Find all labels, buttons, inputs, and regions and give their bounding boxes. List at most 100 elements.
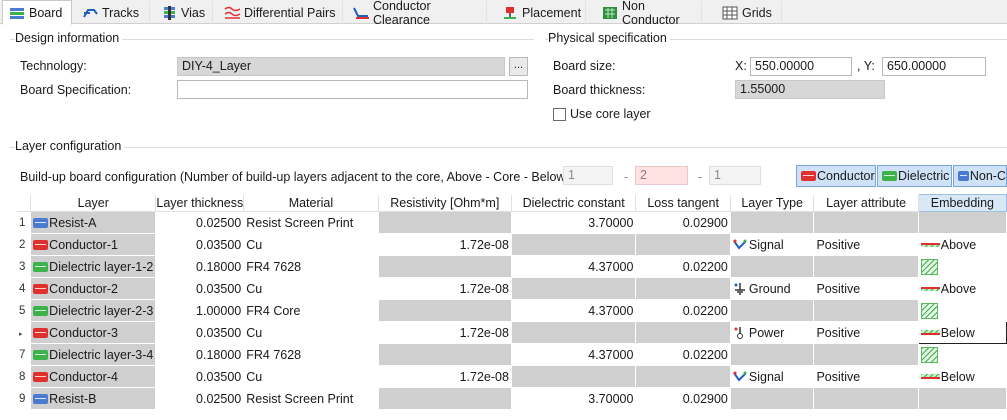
table-row[interactable]: 4 Conductor-2 0.03500 Cu 1.72e-08 Ground Posit…	[17, 277, 1007, 300]
add-non-conductor-button[interactable]: Non-C	[953, 165, 1007, 187]
buildup-above-field[interactable]: 1	[563, 166, 613, 185]
layer-type-cell[interactable]: Ground	[730, 277, 815, 300]
column-header-type[interactable]: Layer Type	[730, 194, 815, 212]
layer-attribute-cell[interactable]: Positive	[813, 365, 919, 388]
layer-name-cell[interactable]: Conductor-3	[30, 321, 157, 344]
layer-type-cell[interactable]	[730, 211, 815, 234]
dielectric-cell[interactable]: 3.70000	[511, 387, 637, 410]
layer-type-cell[interactable]	[730, 343, 815, 366]
material-cell[interactable]: Cu	[243, 321, 379, 344]
loss-tangent-cell[interactable]	[635, 321, 731, 344]
column-header-material[interactable]: Material	[243, 194, 379, 212]
thickness-cell[interactable]: 0.03500	[155, 365, 245, 388]
row-number[interactable]: 9	[17, 387, 32, 410]
board-size-x-field[interactable]: 550.00000	[750, 57, 852, 76]
layer-type-cell[interactable]	[730, 387, 815, 410]
tab-conductor-clearance[interactable]: Conductor Clearance	[347, 0, 487, 27]
thickness-cell[interactable]: 0.18000	[155, 343, 245, 366]
layer-name-cell[interactable]: Resist-B	[30, 387, 157, 410]
technology-field[interactable]: DIY-4_Layer	[177, 57, 505, 76]
embedding-cell[interactable]: Above	[918, 277, 1007, 300]
row-number[interactable]: 4	[17, 277, 32, 300]
layer-attribute-cell[interactable]	[813, 255, 919, 278]
thickness-cell[interactable]: 0.02500	[155, 211, 245, 234]
resistivity-cell[interactable]	[378, 387, 512, 410]
row-number[interactable]: 2	[17, 233, 32, 256]
material-cell[interactable]: Resist Screen Print	[243, 387, 379, 410]
layer-attribute-cell[interactable]	[813, 387, 919, 410]
layer-name-cell[interactable]: Dielectric layer-2-3	[30, 299, 157, 322]
resistivity-cell[interactable]	[378, 211, 512, 234]
row-number[interactable]: ▸	[17, 321, 32, 344]
column-header-embedding[interactable]: Embedding	[917, 194, 1007, 212]
dielectric-cell[interactable]	[511, 365, 637, 388]
material-cell[interactable]: Resist Screen Print	[243, 211, 379, 234]
layer-attribute-cell[interactable]: Positive	[813, 321, 919, 344]
loss-tangent-cell[interactable]: 0.02200	[635, 343, 731, 366]
tab-board[interactable]: Board	[2, 0, 72, 25]
tab-differential-pairs[interactable]: Differential Pairs	[218, 1, 343, 24]
thickness-cell[interactable]: 1.00000	[155, 299, 245, 322]
table-row[interactable]: ▸ Conductor-3 0.03500 Cu 1.72e-08 Power Positi…	[17, 321, 1007, 344]
row-number[interactable]: 8	[17, 365, 32, 388]
layer-type-cell[interactable]: Signal	[730, 365, 815, 388]
dielectric-cell[interactable]: 4.37000	[511, 343, 637, 366]
resistivity-cell[interactable]: 1.72e-08	[378, 233, 512, 256]
dielectric-cell[interactable]	[511, 233, 637, 256]
resistivity-cell[interactable]	[378, 255, 512, 278]
board-thickness-field[interactable]: 1.55000	[735, 80, 885, 99]
use-core-checkbox[interactable]	[553, 108, 566, 121]
add-conductor-button[interactable]: Conductor	[796, 165, 876, 187]
resistivity-cell[interactable]: 1.72e-08	[378, 365, 512, 388]
add-dielectric-button[interactable]: Dielectric	[877, 165, 952, 187]
material-cell[interactable]: Cu	[243, 277, 379, 300]
dielectric-cell[interactable]: 4.37000	[511, 299, 637, 322]
layer-attribute-cell[interactable]: Positive	[813, 233, 919, 256]
thickness-cell[interactable]: 0.18000	[155, 255, 245, 278]
resistivity-cell[interactable]: 1.72e-08	[378, 277, 512, 300]
material-cell[interactable]: Cu	[243, 365, 379, 388]
resistivity-cell[interactable]	[378, 343, 512, 366]
material-cell[interactable]: FR4 7628	[243, 343, 379, 366]
material-cell[interactable]: FR4 7628	[243, 255, 379, 278]
embedding-cell[interactable]: Below	[918, 365, 1007, 388]
embedding-cell[interactable]: Below	[917, 321, 1007, 344]
table-row[interactable]: 8 Conductor-4 0.03500 Cu 1.72e-08 Signal Posit…	[17, 365, 1007, 388]
loss-tangent-cell[interactable]: 0.02900	[635, 387, 731, 410]
loss-tangent-cell[interactable]: 0.02200	[635, 255, 731, 278]
tab-grids[interactable]: Grids	[716, 1, 782, 24]
layer-type-cell[interactable]	[730, 299, 815, 322]
thickness-cell[interactable]: 0.03500	[155, 277, 245, 300]
layer-name-cell[interactable]: Conductor-2	[30, 277, 157, 300]
table-row[interactable]: 2 Conductor-1 0.03500 Cu 1.72e-08 Signal Posit…	[17, 233, 1007, 256]
resistivity-cell[interactable]: 1.72e-08	[378, 321, 512, 344]
dielectric-cell[interactable]	[511, 321, 637, 344]
embedding-cell[interactable]	[918, 211, 1007, 234]
table-row[interactable]: 7 Dielectric layer-3-4 0.18000 FR4 7628 4.37…	[17, 343, 1007, 366]
embedding-cell[interactable]	[918, 299, 1007, 322]
layer-name-cell[interactable]: Dielectric layer-3-4	[30, 343, 157, 366]
tab-non-conductor[interactable]: Non Conductor	[596, 0, 702, 27]
tab-placement[interactable]: Placement	[496, 1, 586, 24]
layer-name-cell[interactable]: Dielectric layer-1-2	[30, 255, 157, 278]
table-row[interactable]: 1 Resist-A 0.02500 Resist Screen Print 3.700…	[17, 211, 1007, 234]
column-header-attribute[interactable]: Layer attribute	[813, 194, 919, 212]
buildup-below-field[interactable]: 1	[709, 166, 761, 185]
tab-tracks[interactable]: Tracks	[76, 1, 150, 24]
embedding-cell[interactable]	[918, 255, 1007, 278]
resistivity-cell[interactable]	[378, 299, 512, 322]
loss-tangent-cell[interactable]: 0.02200	[635, 299, 731, 322]
thickness-cell[interactable]: 0.02500	[155, 387, 245, 410]
layer-attribute-cell[interactable]	[813, 299, 919, 322]
thickness-cell[interactable]: 0.03500	[155, 321, 245, 344]
layer-attribute-cell[interactable]	[813, 211, 919, 234]
material-cell[interactable]: Cu	[243, 233, 379, 256]
table-row[interactable]: 5 Dielectric layer-2-3 1.00000 FR4 Core 4.37…	[17, 299, 1007, 322]
embedding-cell[interactable]: Above	[918, 233, 1007, 256]
layer-type-cell[interactable]: Signal	[730, 233, 815, 256]
embedding-cell[interactable]	[918, 387, 1007, 410]
layer-name-cell[interactable]: Resist-A	[30, 211, 157, 234]
embedding-cell[interactable]	[918, 343, 1007, 366]
row-number[interactable]: 5	[17, 299, 32, 322]
layer-name-cell[interactable]: Conductor-4	[30, 365, 157, 388]
